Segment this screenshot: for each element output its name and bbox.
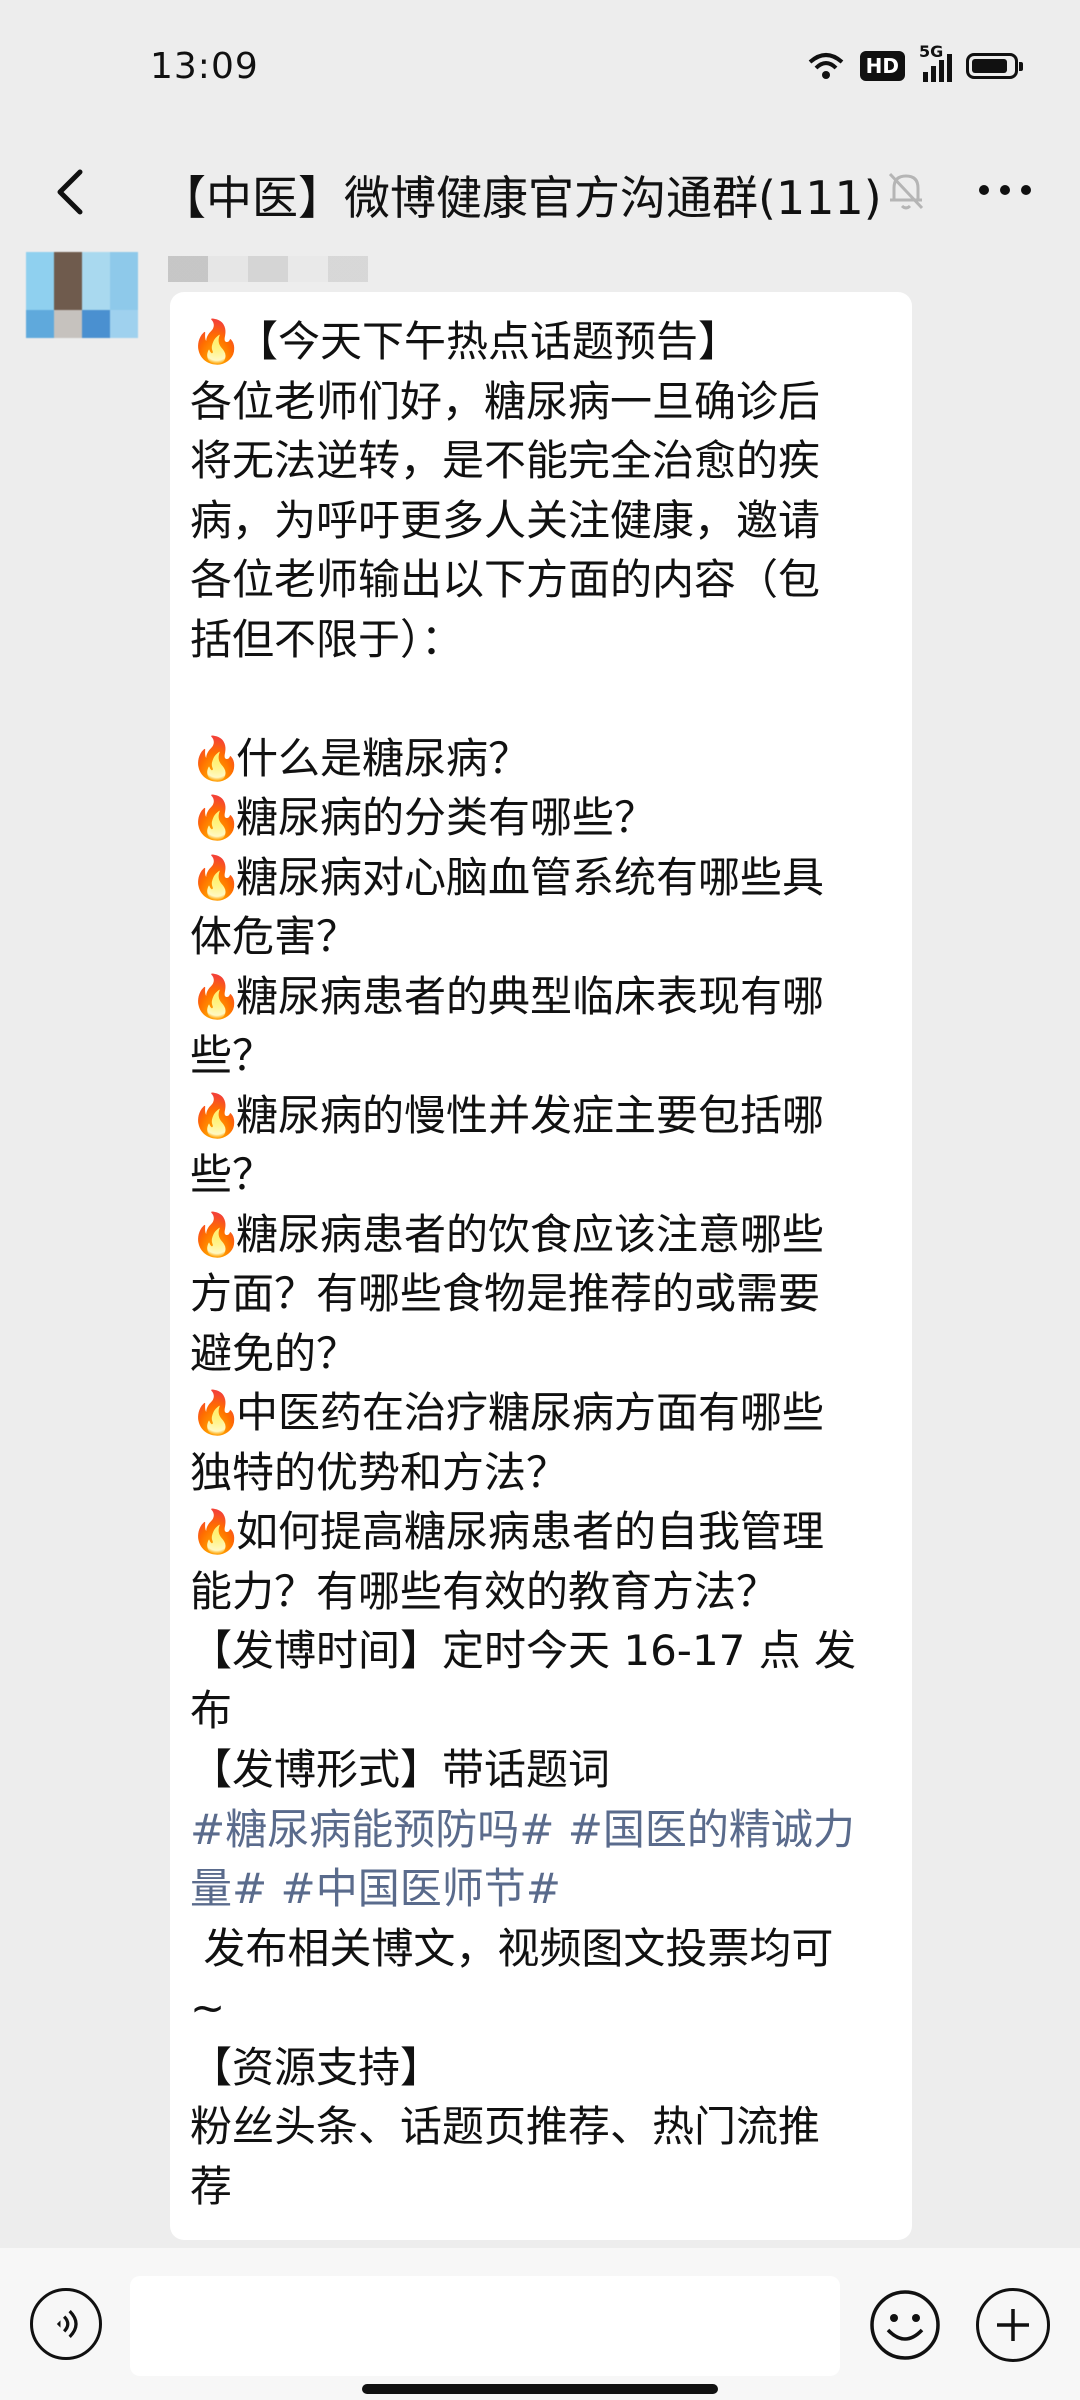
message-line: 发布相关博文，视频图文投票均可: [190, 1923, 834, 1973]
fire-icon: 🔥: [190, 1209, 243, 1259]
message-line: 🔥糖尿病患者的典型临床表现有哪: [190, 967, 886, 1027]
message-line: 布: [190, 1685, 233, 1735]
chat-header: 【中医】微博健康官方沟通群(111): [0, 140, 1080, 250]
muted-bell-icon: [888, 172, 924, 210]
message-line: 各位老师们好，糖尿病一旦确诊后: [190, 376, 821, 426]
message-line: 避免的？: [190, 1328, 359, 1378]
message-line: 🔥糖尿病的慢性并发症主要包括哪: [190, 1086, 886, 1146]
fire-icon: 🔥: [190, 317, 243, 366]
message-line: 【发博时间】定时今天 16-17 点 发: [190, 1626, 857, 1675]
fire-icon: 🔥: [190, 971, 243, 1021]
message-line: 方面？有哪些食物是推荐的或需要: [190, 1269, 821, 1318]
home-indicator[interactable]: [362, 2384, 718, 2394]
message-line: 荐: [190, 2161, 233, 2211]
more-dots-icon[interactable]: [970, 160, 1040, 220]
message-line: 些？: [190, 1031, 275, 1080]
battery-level: [972, 59, 1008, 73]
message-line: 括但不限于）：: [190, 614, 464, 664]
message-line: 🔥糖尿病患者的饮食应该注意哪些: [190, 1205, 886, 1265]
chevron-left-icon[interactable]: [34, 152, 114, 232]
message-line: 独特的优势和方法？: [190, 1447, 569, 1497]
signal-icon: 5G: [919, 42, 952, 82]
message-input[interactable]: [130, 2276, 840, 2376]
message-line: 🔥如何提高糖尿病患者的自我管理: [190, 1502, 886, 1562]
message-tail: 发布相关博文，视频图文投票均可 ~ 【资源支持】粉丝头条、话题页推荐、热门流推荐: [190, 1919, 886, 2217]
message-line: 病，为呼吁更多人关注健康，邀请: [190, 495, 821, 545]
message-bubble[interactable]: 🔥【今天下午热点话题预告】 各位老师们好，糖尿病一旦确诊后 将无法逆转，是不能完全治…: [170, 292, 912, 2240]
message-line: 🔥【今天下午热点话题预告】: [190, 312, 886, 372]
battery-icon: [966, 53, 1023, 79]
plus-glyph: [997, 2309, 1029, 2341]
message-line: 🔥中医药在治疗糖尿病方面有哪些: [190, 1383, 886, 1443]
avatar[interactable]: [26, 252, 138, 338]
hashtag-link[interactable]: #糖尿病能预防吗# #国医的精诚力: [190, 1805, 855, 1854]
input-bar: [0, 2248, 1080, 2400]
sender-name: [168, 256, 368, 282]
message-line: 将无法逆转，是不能完全治愈的疾: [190, 436, 821, 485]
voice-icon[interactable]: [30, 2288, 102, 2360]
emoji-icon[interactable]: [868, 2288, 942, 2362]
fire-icon: 🔥: [190, 1388, 243, 1437]
status-bar: 13:09 HD 5G: [0, 0, 1080, 140]
message-line: 粉丝头条、话题页推荐、热门流推: [190, 2102, 821, 2151]
wifi-icon: [808, 53, 843, 79]
hashtag-block: #糖尿病能预防吗# #国医的精诚力 量# #中国医师节#: [190, 1800, 886, 1919]
message-line: 【资源支持】: [190, 2042, 443, 2092]
fire-icon: 🔥: [190, 793, 243, 842]
message-line: 🔥什么是糖尿病？: [190, 729, 886, 789]
message-line: 🔥糖尿病对心脑血管系统有哪些具: [190, 848, 886, 908]
fire-icon: 🔥: [190, 852, 243, 902]
plus-icon[interactable]: [976, 2288, 1050, 2362]
message-line: [190, 669, 886, 729]
status-time: 13:09: [150, 46, 259, 87]
message-line: 【发博形式】带话题词: [190, 1745, 611, 1794]
fire-icon: 🔥: [190, 1507, 243, 1556]
message-line: 体危害？: [190, 912, 359, 961]
chat-title[interactable]: 【中医】微博健康官方沟通群(111): [160, 162, 882, 228]
status-icons: HD 5G: [806, 42, 1023, 82]
hd-icon: HD: [859, 51, 905, 81]
fire-icon: 🔥: [190, 1090, 243, 1140]
message-line: ~: [190, 1983, 226, 2032]
message-line: 🔥糖尿病的分类有哪些？: [190, 788, 886, 848]
fire-icon: 🔥: [190, 733, 243, 783]
message-text: 🔥【今天下午热点话题预告】 各位老师们好，糖尿病一旦确诊后 将无法逆转，是不能完全治…: [190, 312, 886, 1800]
hashtag-link[interactable]: 量# #中国医师节#: [190, 1864, 561, 1913]
message-line: 些？: [190, 1150, 275, 1199]
message-line: 能力？有哪些有效的教育方法？: [190, 1566, 779, 1616]
message-line: 各位老师输出以下方面的内容（包: [190, 555, 821, 604]
